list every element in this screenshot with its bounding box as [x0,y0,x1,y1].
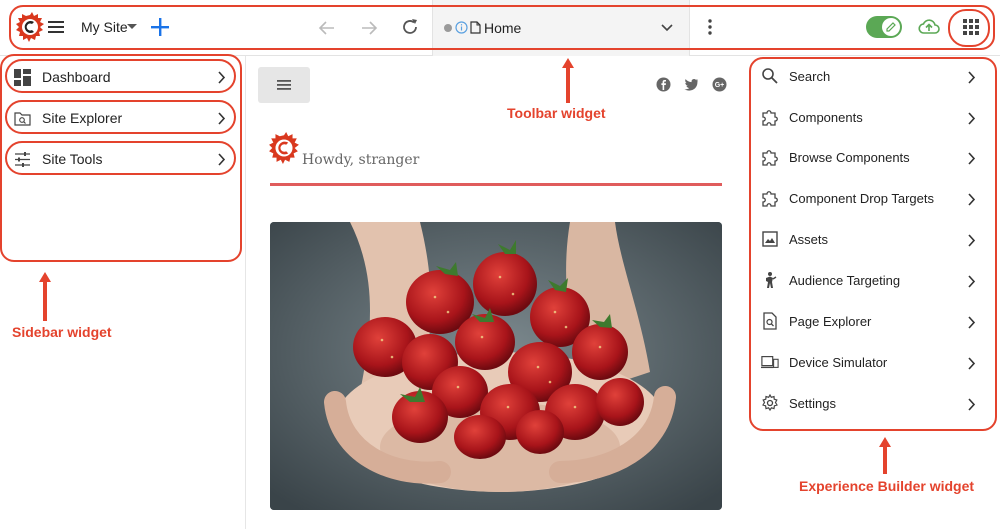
sidebar-item-label: Dashboard [42,69,111,85]
sidebar-item-label: Site Explorer [42,110,123,126]
google-plus-icon[interactable]: G+ [712,77,727,92]
hamburger-menu-icon[interactable] [46,17,66,37]
sidebar-item-dashboard[interactable]: Dashboard [6,60,234,94]
folder-search-icon [14,112,31,126]
greeting-text: Howdy, stranger [302,152,420,168]
experience-builder-panel: Search Components Browse Components Comp… [746,56,1000,529]
header-divider [270,183,722,186]
svg-text:G+: G+ [715,82,725,89]
experience-builder-widget-label: Experience Builder widget [799,478,975,494]
eb-item-assets[interactable]: Assets [752,220,992,260]
eb-item-page-explorer[interactable]: Page Explorer [752,302,992,342]
sliders-icon [15,152,30,167]
puzzle-icon [762,110,778,126]
forward-arrow-icon[interactable] [360,19,378,37]
chevron-down-icon[interactable] [660,21,674,35]
sidebar-item-site-tools[interactable]: Site Tools [6,142,234,176]
toolbar-arrow-icon [562,58,574,103]
chevron-right-icon [218,153,226,166]
preview-menu-button[interactable] [258,67,310,103]
toolbar: My Site Home [0,0,1000,56]
search-icon [762,68,778,84]
crafter-logo-icon[interactable] [16,12,44,42]
site-dropdown-caret-icon[interactable] [127,24,137,29]
eb-item-browse-components[interactable]: Browse Components [752,138,992,178]
eb-item-label: Component Drop Targets [789,191,935,206]
twitter-icon[interactable] [684,77,699,92]
sidebar: Dashboard Site Explorer Site Tools [0,56,246,529]
chevron-right-icon [968,193,976,206]
eb-item-audience-targeting[interactable]: Audience Targeting [752,261,992,301]
address-text: Home [484,20,522,36]
chevron-right-icon [968,152,976,165]
sidebar-item-label: Site Tools [42,151,103,167]
eb-item-label: Assets [789,232,829,247]
chevron-right-icon [218,112,226,125]
reload-icon[interactable] [401,18,419,36]
eb-item-search[interactable]: Search [752,57,992,97]
toolbar-widget-label: Toolbar widget [507,105,606,121]
cloud-upload-icon[interactable] [918,17,940,37]
image-icon [762,231,778,247]
puzzle-icon [762,191,778,207]
sidebar-arrow-icon [39,272,51,321]
status-dot-icon [444,24,452,32]
eb-item-label: Search [789,69,831,84]
facebook-icon[interactable] [656,77,671,92]
info-icon [455,21,468,34]
eb-item-label: Device Simulator [789,355,888,370]
chevron-right-icon [968,357,976,370]
eb-item-label: Settings [789,396,836,411]
hamburger-menu-icon [277,80,291,90]
back-arrow-icon[interactable] [318,19,336,37]
crafter-logo-icon [269,132,299,164]
eb-item-components[interactable]: Components [752,98,992,138]
add-content-icon[interactable] [150,17,170,37]
edit-mode-toggle[interactable] [866,16,902,38]
page-search-icon [763,312,777,330]
experience-builder-arrow-icon [879,437,891,474]
site-preview: G+ Howdy, stranger [247,56,745,529]
person-icon [766,272,777,288]
page-icon [470,21,481,34]
eb-item-device-simulator[interactable]: Device Simulator [752,343,992,383]
eb-item-label: Page Explorer [789,314,872,329]
chevron-right-icon [968,71,976,84]
strawberries-image [270,222,722,510]
devices-icon [761,356,779,369]
eb-item-component-drop-targets[interactable]: Component Drop Targets [752,179,992,219]
puzzle-icon [762,150,778,166]
eb-item-label: Audience Targeting [789,273,901,288]
sidebar-widget-label: Sidebar widget [12,324,112,340]
chevron-right-icon [968,234,976,247]
address-bar[interactable]: Home [432,0,690,56]
chevron-right-icon [968,275,976,288]
sidebar-item-site-explorer[interactable]: Site Explorer [6,101,234,135]
dashboard-icon [14,69,31,86]
chevron-right-icon [218,71,226,84]
eb-item-label: Components [789,110,863,125]
chevron-right-icon [968,316,976,329]
apps-grid-icon[interactable] [962,18,980,36]
hero-image [270,222,722,510]
pencil-icon [882,18,900,36]
site-selector[interactable]: My Site [81,19,128,35]
eb-item-settings[interactable]: Settings [752,384,992,424]
chevron-right-icon [968,398,976,411]
gear-icon [762,394,778,412]
chevron-right-icon [968,112,976,125]
eb-item-label: Browse Components [789,150,910,165]
more-options-icon[interactable] [702,17,718,37]
